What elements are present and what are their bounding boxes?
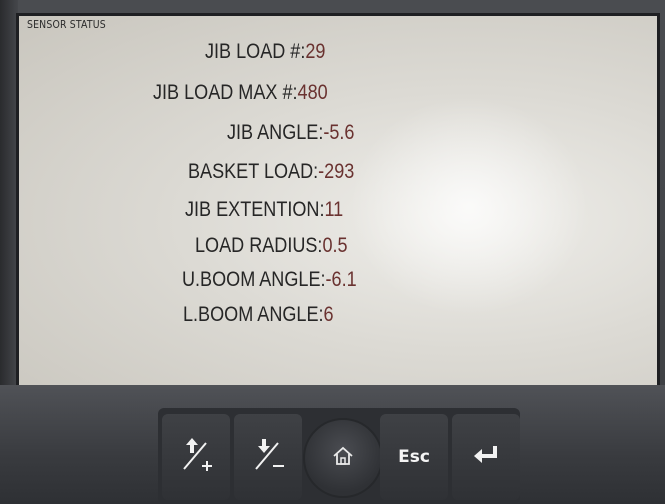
row-basket-load: BASKET LOAD:-293 [188,160,657,184]
esc-button[interactable]: Esc [380,414,448,500]
row-jib-load-max: JIB LOAD MAX #:480 [153,81,657,105]
esc-label: Esc [398,447,430,467]
row-label: LOAD RADIUS: [195,234,323,257]
row-value: -6.1 [325,268,357,291]
up-plus-button[interactable] [162,414,230,500]
screen-header: SENSOR STATUS [27,18,106,31]
row-value: 0.5 [322,234,348,257]
lcd-screen: SENSOR STATUS JIB LOAD #:29 JIB LOAD MAX… [16,13,660,391]
row-value: 11 [324,198,344,221]
row-value: 6 [323,303,334,326]
row-jib-extention: JIB EXTENTION:11 [185,198,657,222]
row-label: JIB LOAD MAX #: [153,81,298,104]
row-value: 29 [305,40,326,63]
row-label: JIB EXTENTION: [185,198,325,221]
home-button[interactable] [303,418,383,498]
down-minus-button[interactable] [234,414,302,500]
enter-button[interactable] [452,414,520,500]
row-jib-load: JIB LOAD #:29 [205,40,657,64]
row-value: 480 [297,81,328,104]
row-value: -293 [318,160,355,183]
row-label: JIB LOAD #: [205,40,306,63]
row-label: JIB ANGLE: [227,121,324,144]
row-l-boom-angle: L.BOOM ANGLE:6 [183,303,657,327]
up-plus-icon [176,435,216,479]
row-jib-angle: JIB ANGLE:-5.6 [227,121,657,145]
down-minus-icon [248,435,288,479]
row-load-radius: LOAD RADIUS:0.5 [195,234,657,258]
enter-icon [471,443,501,471]
row-label: BASKET LOAD: [188,160,319,183]
home-icon [331,444,355,472]
row-label: U.BOOM ANGLE: [182,268,326,291]
row-value: -5.6 [323,121,355,144]
row-u-boom-angle: U.BOOM ANGLE:-6.1 [182,268,657,292]
row-label: L.BOOM ANGLE: [183,303,324,326]
